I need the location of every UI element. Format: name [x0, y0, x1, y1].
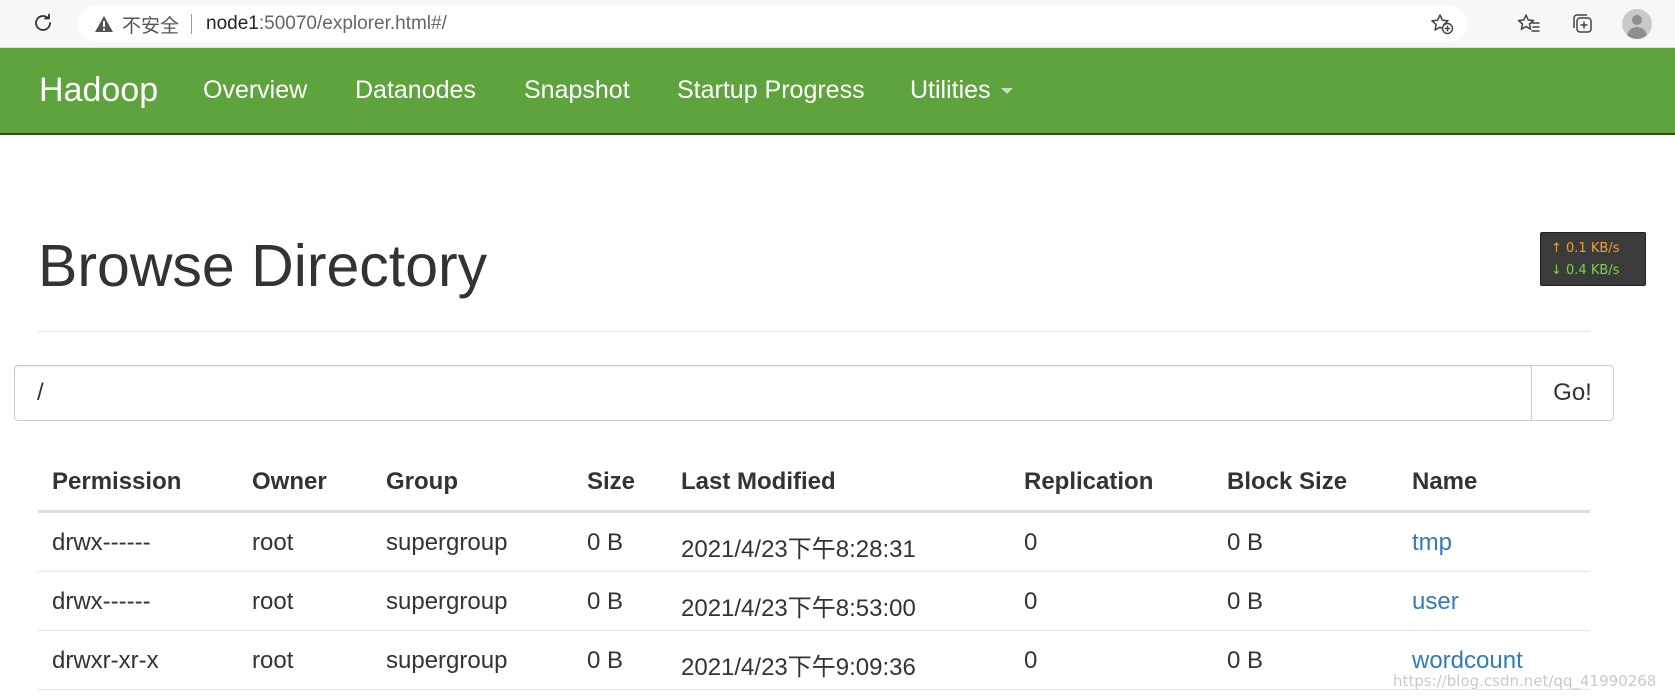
collections-icon[interactable] [1570, 11, 1596, 37]
cell-replication: 0 [1024, 529, 1038, 556]
caret-down-icon [1000, 88, 1013, 95]
directory-path-input[interactable] [14, 365, 1532, 421]
cell-replication: 0 [1024, 647, 1038, 674]
cell-block-size: 0 B [1227, 647, 1264, 674]
header-size[interactable]: Size [587, 468, 635, 496]
profile-avatar-icon[interactable] [1622, 9, 1652, 39]
watermark: https://blog.csdn.net/qq_41990268 [1393, 672, 1657, 690]
header-replication[interactable]: Replication [1024, 468, 1153, 496]
table-row: drwx------ root supergroup 0 B 2021/4/23… [38, 572, 1590, 631]
nav-utilities-dropdown[interactable]: Utilities [910, 76, 1013, 105]
header-permission[interactable]: Permission [52, 468, 181, 496]
cell-replication: 0 [1024, 588, 1038, 615]
directory-table: Permission Owner Group Size Last Modifie… [38, 455, 1590, 690]
table-row: drwxr-xr-x root supergroup 0 B 2021/4/23… [38, 631, 1590, 690]
header-last-modified[interactable]: Last Modified [681, 468, 836, 496]
address-bar[interactable]: 不安全 node1:50070/explorer.html#/ [78, 6, 1468, 42]
table-row: drwx------ root supergroup 0 B 2021/4/23… [38, 513, 1590, 572]
reload-icon[interactable] [30, 10, 56, 36]
cell-permission: drwxr-xr-x [52, 647, 159, 674]
cell-last-modified: 2021/4/23下午8:28:31 [681, 536, 916, 563]
add-favorite-icon[interactable] [1430, 13, 1454, 35]
header-block-size[interactable]: Block Size [1227, 468, 1347, 496]
cell-size: 0 B [587, 588, 624, 615]
nav-snapshot[interactable]: Snapshot [524, 76, 630, 105]
nav-datanodes[interactable]: Datanodes [355, 76, 476, 105]
cell-last-modified: 2021/4/23下午8:53:00 [681, 595, 916, 622]
header-group[interactable]: Group [386, 468, 458, 496]
main-navbar: Hadoop Overview Datanodes Snapshot Start… [0, 48, 1675, 135]
cell-group: supergroup [386, 588, 508, 615]
page-title: Browse Directory [38, 233, 488, 299]
url-text[interactable]: node1:50070/explorer.html#/ [206, 13, 447, 35]
cell-group: supergroup [386, 529, 508, 556]
cell-last-modified: 2021/4/23下午9:09:36 [681, 654, 916, 681]
favorites-icon[interactable] [1516, 11, 1542, 37]
cell-block-size: 0 B [1227, 529, 1264, 556]
cell-size: 0 B [587, 647, 624, 674]
cell-permission: drwx------ [52, 529, 151, 556]
nav-startup-progress[interactable]: Startup Progress [677, 76, 865, 105]
file-link-wordcount[interactable]: wordcount [1412, 647, 1523, 675]
file-link-user[interactable]: user [1412, 588, 1459, 616]
browser-toolbar: 不安全 node1:50070/explorer.html#/ [0, 0, 1675, 48]
cell-group: supergroup [386, 647, 508, 674]
network-speed-widget: ↑ 0.1 KB/s ↓ 0.4 KB/s [1540, 232, 1646, 286]
cell-block-size: 0 B [1227, 588, 1264, 615]
brand-logo[interactable]: Hadoop [39, 71, 158, 110]
url-host: node1 [206, 13, 259, 34]
file-link-tmp[interactable]: tmp [1412, 529, 1452, 557]
header-owner[interactable]: Owner [252, 468, 327, 496]
cell-size: 0 B [587, 529, 624, 556]
go-button[interactable]: Go! [1531, 365, 1614, 421]
url-path: :50070/explorer.html#/ [258, 13, 447, 34]
nav-overview[interactable]: Overview [203, 76, 307, 105]
upload-speed: ↑ 0.1 KB/s [1551, 241, 1620, 256]
warning-icon[interactable] [94, 14, 114, 34]
download-speed: ↓ 0.4 KB/s [1551, 263, 1620, 278]
cell-permission: drwx------ [52, 588, 151, 615]
cell-owner: root [252, 588, 294, 615]
title-divider [38, 331, 1590, 332]
cell-owner: root [252, 529, 294, 556]
header-name[interactable]: Name [1412, 468, 1477, 496]
table-header: Permission Owner Group Size Last Modifie… [38, 455, 1590, 513]
address-separator [191, 14, 193, 34]
cell-owner: root [252, 647, 294, 674]
nav-utilities-label: Utilities [910, 76, 991, 104]
security-label[interactable]: 不安全 [122, 11, 179, 38]
